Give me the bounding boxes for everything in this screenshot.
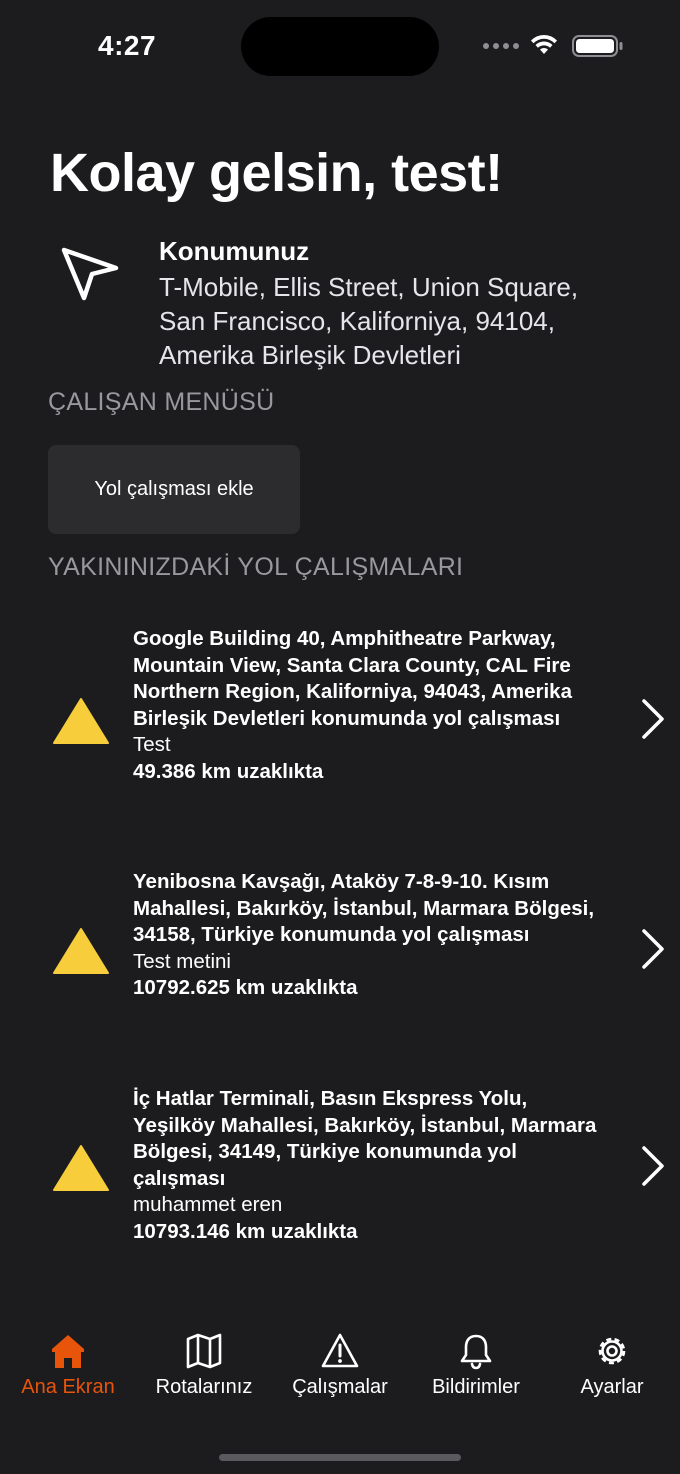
tab-notifications[interactable]: Bildirimler — [408, 1318, 544, 1399]
battery-icon — [572, 35, 623, 57]
home-indicator — [219, 1454, 461, 1461]
tab-bar: Ana Ekran Rotalarınız Çalışmalar Bildiri… — [0, 1318, 680, 1418]
bell-icon — [460, 1334, 492, 1370]
location-arrow-icon — [61, 247, 119, 301]
roadwork-title: Yenibosna Kavşağı, Ataköy 7-8-9-10. Kısı… — [133, 870, 595, 946]
roadwork-description: muhammet eren — [133, 1193, 283, 1216]
tab-label: Bildirimler — [432, 1376, 520, 1398]
nearby-roadworks-header: YAKININIZDAKİ YOL ÇALIŞMALARI — [48, 553, 464, 581]
house-icon — [52, 1335, 84, 1368]
roadwork-title: İç Hatlar Terminali, Basın Ekspress Yolu… — [133, 1087, 597, 1190]
location-title: Konumunuz — [159, 236, 310, 266]
add-roadwork-button[interactable]: Yol çalışması ekle — [48, 445, 300, 534]
map-icon — [186, 1333, 222, 1369]
roadwork-description: Test — [133, 733, 171, 756]
roadwork-description: Test metini — [133, 949, 231, 973]
warning-triangle-icon — [53, 698, 109, 744]
warning-triangle-icon — [53, 1145, 109, 1191]
roadwork-text: İç Hatlar Terminali, Basın Ekspress Yolu… — [133, 1086, 608, 1245]
roadwork-text: Yenibosna Kavşağı, Ataköy 7-8-9-10. Kısı… — [133, 869, 608, 1002]
roadwork-list-item[interactable]: Google Building 40, Amphitheatre Parkway… — [0, 625, 680, 815]
tab-label: Rotalarınız — [155, 1376, 253, 1398]
roadwork-list-item[interactable]: Yenibosna Kavşağı, Ataköy 7-8-9-10. Kısı… — [0, 868, 680, 1033]
wifi-icon — [531, 34, 557, 54]
tab-label: Ana Ekran — [21, 1376, 115, 1398]
warning-triangle-icon — [53, 928, 109, 974]
tab-routes[interactable]: Rotalarınız — [136, 1318, 272, 1399]
tab-settings[interactable]: Ayarlar — [544, 1318, 680, 1399]
dynamic-island — [241, 17, 439, 76]
page-title: Kolay gelsin, test! — [50, 143, 503, 203]
employee-menu-header: ÇALIŞAN MENÜSÜ — [48, 388, 275, 416]
roadwork-distance: 10792.625 km uzaklıkta — [133, 976, 358, 999]
tab-label: Çalışmalar — [292, 1376, 388, 1398]
chevron-right-icon[interactable] — [638, 697, 668, 741]
roadwork-list-item[interactable]: İç Hatlar Terminali, Basın Ekspress Yolu… — [0, 1085, 680, 1250]
tab-roadworks[interactable]: Çalışmalar — [272, 1318, 408, 1399]
tab-home[interactable]: Ana Ekran — [0, 1318, 136, 1399]
chevron-right-icon[interactable] — [638, 927, 668, 971]
roadwork-distance: 10793.146 km uzaklıkta — [133, 1219, 358, 1243]
tab-label: Ayarlar — [580, 1376, 644, 1398]
warning-icon — [321, 1333, 359, 1368]
roadwork-distance: 49.386 km uzaklıkta — [133, 759, 324, 783]
roadwork-title: Google Building 40, Amphitheatre Parkway… — [133, 627, 572, 730]
chevron-right-icon[interactable] — [638, 1144, 668, 1188]
location-address: T-Mobile, Ellis Street, Union Square, Sa… — [159, 272, 579, 370]
cellular-signal-icon — [483, 43, 519, 49]
status-bar: 4:27 — [0, 0, 680, 90]
roadwork-text: Google Building 40, Amphitheatre Parkway… — [133, 626, 608, 785]
status-time: 4:27 — [98, 30, 157, 61]
gear-icon — [598, 1337, 626, 1365]
